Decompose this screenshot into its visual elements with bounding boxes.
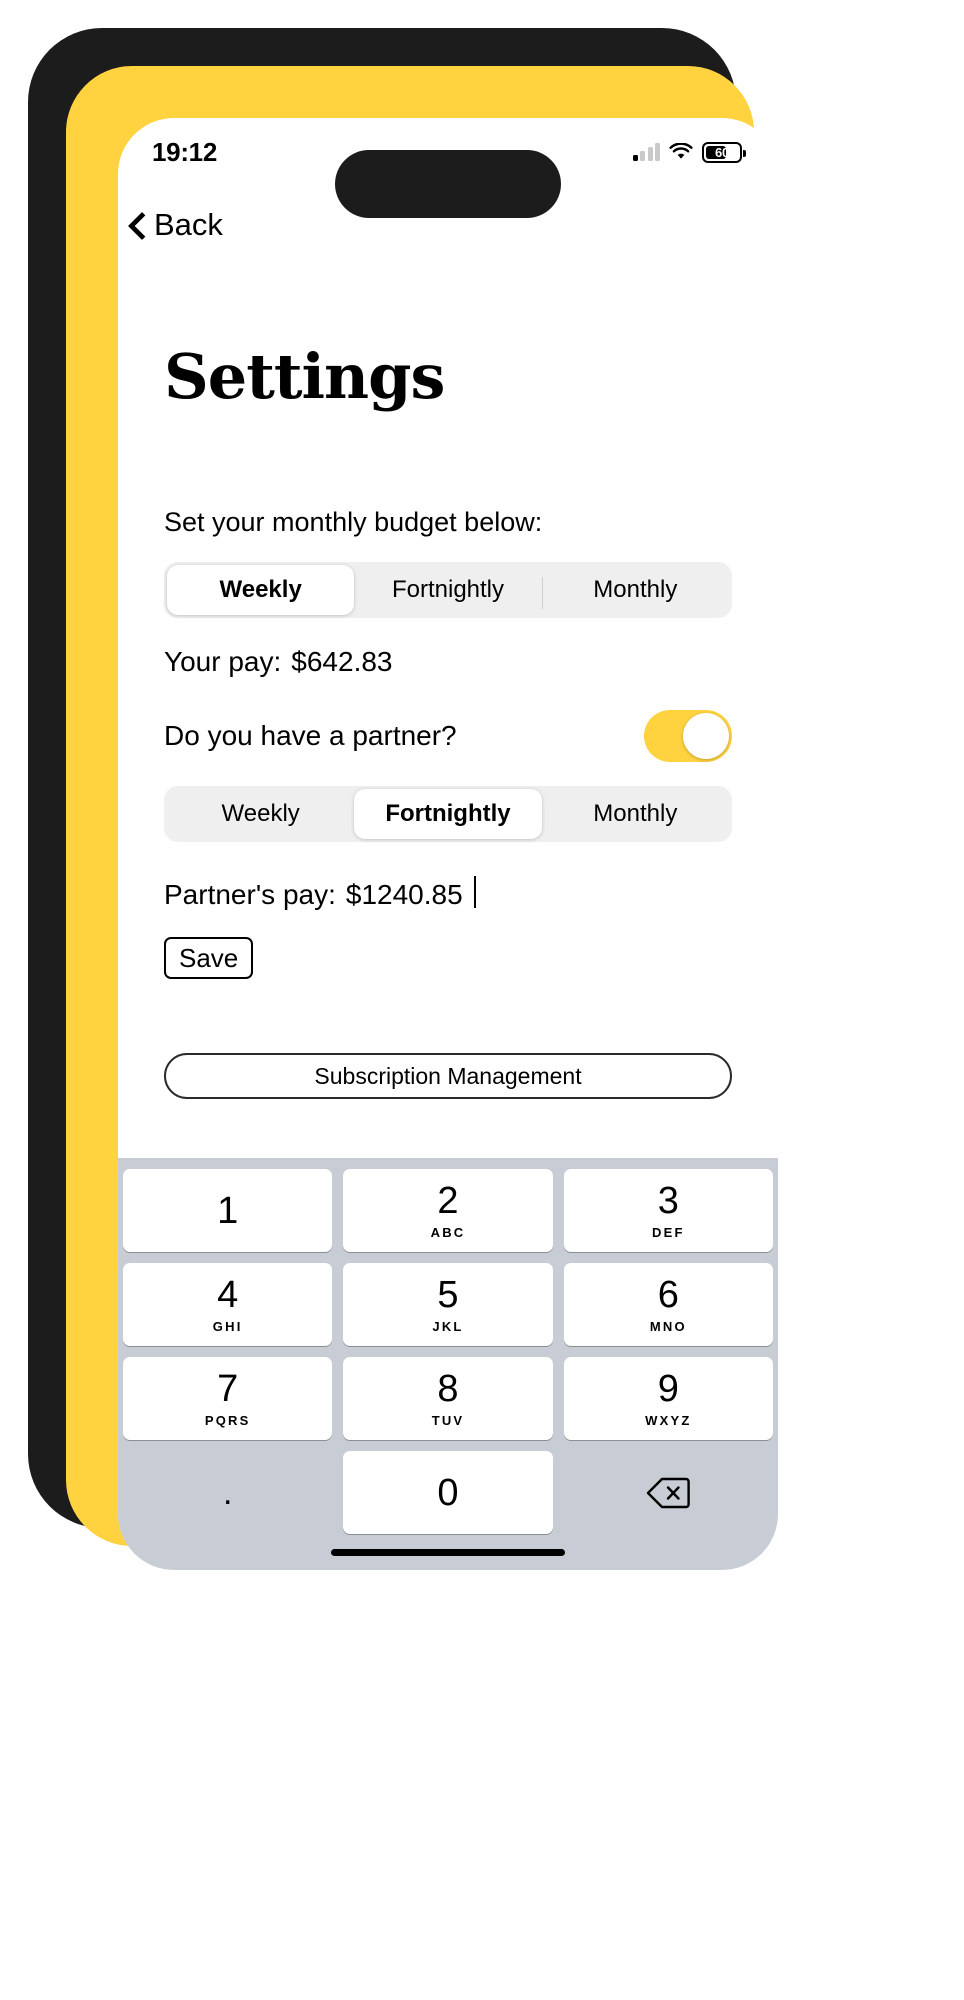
key-1-number: 1 (217, 1189, 239, 1232)
key-4[interactable]: 4 GHI (123, 1263, 333, 1346)
key-decimal-symbol: . (222, 1473, 233, 1512)
partner-option-fortnightly[interactable]: Fortnightly (354, 789, 542, 839)
key-2[interactable]: 2 ABC (343, 1169, 553, 1252)
partner-pay-value[interactable]: $1240.85 (346, 879, 463, 911)
key-5[interactable]: 5 JKL (343, 1263, 553, 1346)
key-7-letters: PQRS (204, 1412, 251, 1428)
phone-bezel: 19:12 60 Back Settings Set your monthly … (28, 28, 778, 1570)
partner-option-weekly[interactable]: Weekly (167, 789, 354, 839)
key-5-number: 5 (437, 1273, 459, 1316)
partner-pay-label: Partner's pay: (164, 879, 336, 910)
key-7[interactable]: 7 PQRS (123, 1357, 333, 1440)
partner-toggle-knob (683, 713, 729, 759)
key-decimal[interactable]: . (123, 1451, 332, 1534)
key-1[interactable]: 1 (123, 1169, 333, 1252)
partner-option-monthly[interactable]: Monthly (542, 789, 729, 839)
home-indicator-area (123, 1534, 773, 1570)
keypad-row: 7 PQRS 8 TUV 9 WXYZ (123, 1357, 773, 1440)
key-7-number: 7 (217, 1367, 239, 1410)
partner-pay-row: Partner's pay: $1240.85 (164, 872, 732, 911)
keypad-row: 4 GHI 5 JKL 6 MNO (123, 1263, 773, 1346)
battery-icon: 60 (702, 141, 746, 163)
keypad-row: 1 2 ABC 3 DEF (123, 1169, 773, 1252)
key-8-letters: TUV (431, 1412, 465, 1428)
key-2-letters: ABC (430, 1224, 466, 1240)
key-8[interactable]: 8 TUV (343, 1357, 553, 1440)
key-6-letters: MNO (649, 1318, 687, 1334)
battery-level: 60 (714, 144, 730, 160)
keypad-rows: 1 2 ABC 3 DEF 4 GHI 5 JKL 6 MNO 7 PQRS 8… (123, 1165, 773, 1534)
key-8-number: 8 (437, 1367, 459, 1410)
budget-option-fortnightly[interactable]: Fortnightly (354, 565, 541, 615)
partner-frequency-segmented-control[interactable]: Weekly Fortnightly Monthly (164, 786, 732, 842)
cellular-signal-icon (632, 143, 660, 161)
your-pay-value[interactable]: $642.83 (291, 646, 392, 678)
wifi-icon (669, 143, 693, 161)
settings-content: Settings Set your monthly budget below: … (118, 254, 778, 1099)
key-backspace[interactable] (564, 1451, 773, 1534)
home-indicator[interactable] (331, 1548, 565, 1556)
partner-question-label: Do you have a partner? (164, 720, 457, 751)
phone-case: 19:12 60 Back Settings Set your monthly … (66, 66, 778, 1570)
navigation-bar: Back (118, 196, 778, 254)
chevron-left-icon (126, 210, 146, 240)
key-9[interactable]: 9 WXYZ (563, 1357, 773, 1440)
key-2-number: 2 (437, 1179, 459, 1222)
key-3-letters: DEF (652, 1224, 685, 1240)
screenshot-root: 19:12 60 Back Settings Set your monthly … (0, 0, 964, 2000)
key-4-letters: GHI (212, 1318, 243, 1334)
key-0-number: 0 (437, 1471, 459, 1514)
budget-option-weekly[interactable]: Weekly (167, 565, 355, 615)
status-indicators: 60 (632, 141, 746, 163)
back-button-label: Back (154, 207, 223, 242)
key-9-number: 9 (657, 1367, 679, 1410)
subscription-management-button[interactable]: Subscription Management (164, 1053, 732, 1099)
key-0[interactable]: 0 (343, 1451, 553, 1534)
save-button[interactable]: Save (164, 937, 254, 979)
key-6-number: 6 (657, 1273, 679, 1316)
your-pay-row: Your pay: $642.83 (164, 646, 732, 678)
budget-frequency-segmented-control[interactable]: Weekly Fortnightly Monthly (164, 562, 732, 618)
backspace-delete-icon (646, 1476, 691, 1510)
key-3-number: 3 (657, 1179, 679, 1222)
status-time: 19:12 (152, 136, 217, 167)
back-button[interactable]: Back (126, 207, 223, 243)
partner-toggle[interactable] (644, 710, 732, 762)
key-5-letters: JKL (432, 1318, 464, 1334)
key-6[interactable]: 6 MNO (563, 1263, 773, 1346)
key-4-number: 4 (217, 1273, 239, 1316)
key-9-letters: WXYZ (645, 1412, 692, 1428)
numeric-keypad: 1 2 ABC 3 DEF 4 GHI 5 JKL 6 MNO 7 PQRS 8… (118, 1158, 778, 1570)
key-3[interactable]: 3 DEF (563, 1169, 773, 1252)
budget-option-monthly[interactable]: Monthly (541, 565, 729, 615)
keypad-row: . 0 (123, 1451, 773, 1534)
page-title: Settings (164, 340, 445, 413)
phone-screen: 19:12 60 Back Settings Set your monthly … (118, 118, 778, 1570)
budget-section-label: Set your monthly budget below: (164, 507, 543, 537)
your-pay-label: Your pay: (164, 646, 282, 677)
partner-question-row: Do you have a partner? (164, 710, 732, 762)
text-cursor (473, 876, 476, 908)
